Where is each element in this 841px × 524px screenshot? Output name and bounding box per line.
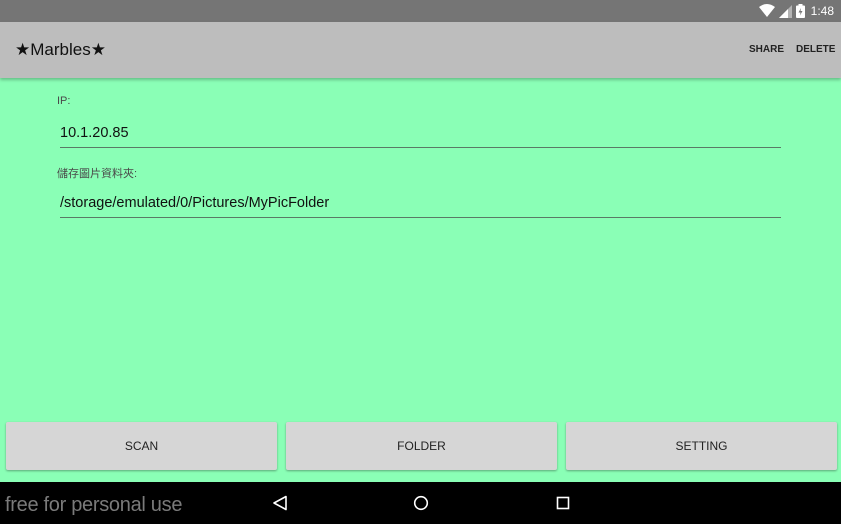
ip-label: IP: xyxy=(57,95,71,107)
main-content: IP: 儲存圖片資料夾: SCAN FOLDER SETTING xyxy=(0,78,841,482)
share-button[interactable]: SHARE xyxy=(749,44,784,55)
back-icon[interactable] xyxy=(269,492,291,514)
status-icons: 1:48 xyxy=(758,0,834,22)
wifi-icon xyxy=(758,4,775,18)
folder-path-input[interactable] xyxy=(60,189,781,218)
signal-icon xyxy=(778,4,792,18)
recent-apps-icon[interactable] xyxy=(552,492,574,514)
home-icon[interactable] xyxy=(410,492,432,514)
folder-path-label: 儲存圖片資料夾: xyxy=(57,168,138,180)
status-time: 1:48 xyxy=(810,4,834,18)
ip-input[interactable] xyxy=(60,119,781,148)
app-screen: 1:48 ★Marbles★ SHARE DELETE IP: 儲存圖片資料夾:… xyxy=(0,0,841,524)
app-title: ★Marbles★ xyxy=(15,40,106,59)
setting-button[interactable]: SETTING xyxy=(566,422,837,470)
scan-button[interactable]: SCAN xyxy=(6,422,277,470)
app-bar: ★Marbles★ SHARE DELETE xyxy=(0,22,841,78)
status-bar: 1:48 xyxy=(0,0,841,22)
folder-button[interactable]: FOLDER xyxy=(286,422,557,470)
delete-button[interactable]: DELETE xyxy=(796,44,835,55)
battery-icon xyxy=(795,4,805,18)
watermark-text: free for personal use xyxy=(5,494,183,516)
